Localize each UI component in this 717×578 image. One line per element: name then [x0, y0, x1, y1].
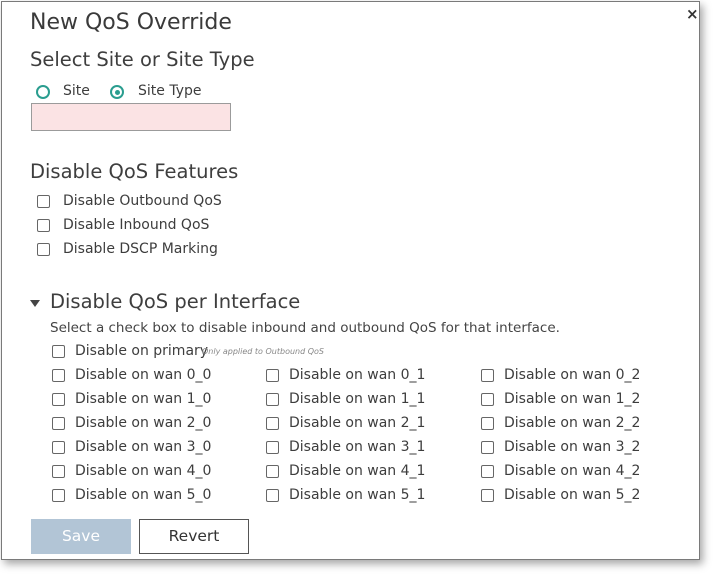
checkbox-wan-0-1-label: Disable on wan 0_1: [289, 367, 426, 383]
checkbox-wan-1-0[interactable]: [52, 393, 65, 406]
checkbox-wan-1-1-label: Disable on wan 1_1: [289, 391, 426, 407]
primary-hint: Only applied to Outbound QoS: [202, 347, 324, 356]
checkbox-wan-2-1-label: Disable on wan 2_1: [289, 415, 426, 431]
radio-site-type[interactable]: [110, 85, 124, 99]
checkbox-wan-4-1-label: Disable on wan 4_1: [289, 463, 426, 479]
checkbox-wan-2-2-label: Disable on wan 2_2: [504, 415, 641, 431]
checkbox-wan-1-1[interactable]: [266, 393, 279, 406]
interfaces-heading[interactable]: Disable QoS per Interface: [50, 290, 300, 313]
checkbox-wan-5-2[interactable]: [481, 489, 494, 502]
checkbox-disable-on-primary[interactable]: [52, 345, 65, 358]
checkbox-wan-4-1[interactable]: [266, 465, 279, 478]
checkbox-wan-1-0-label: Disable on wan 1_0: [75, 391, 212, 407]
features-heading: Disable QoS Features: [30, 160, 239, 183]
qos-override-dialog: × New QoS Override Select Site or Site T…: [1, 1, 700, 560]
checkbox-wan-3-0[interactable]: [52, 441, 65, 454]
checkbox-wan-0-1[interactable]: [266, 369, 279, 382]
checkbox-wan-0-2-label: Disable on wan 0_2: [504, 367, 641, 383]
checkbox-disable-dscp-marking[interactable]: [37, 243, 50, 256]
checkbox-wan-1-2[interactable]: [481, 393, 494, 406]
checkbox-wan-4-0[interactable]: [52, 465, 65, 478]
checkbox-wan-1-2-label: Disable on wan 1_2: [504, 391, 641, 407]
save-button[interactable]: Save: [31, 519, 131, 554]
revert-button[interactable]: Revert: [139, 519, 249, 554]
checkbox-wan-5-0[interactable]: [52, 489, 65, 502]
checkbox-wan-0-0[interactable]: [52, 369, 65, 382]
checkbox-disable-outbound-qos[interactable]: [37, 195, 50, 208]
checkbox-disable-outbound-qos-label: Disable Outbound QoS: [63, 193, 222, 209]
radio-site-label: Site: [63, 83, 90, 99]
checkbox-wan-2-0[interactable]: [52, 417, 65, 430]
checkbox-wan-5-0-label: Disable on wan 5_0: [75, 487, 212, 503]
close-icon[interactable]: ×: [686, 6, 699, 22]
site-input[interactable]: [31, 103, 231, 131]
checkbox-wan-5-2-label: Disable on wan 5_2: [504, 487, 641, 503]
checkbox-wan-4-2[interactable]: [481, 465, 494, 478]
checkbox-wan-0-0-label: Disable on wan 0_0: [75, 367, 212, 383]
collapse-triangle-icon[interactable]: [30, 300, 40, 307]
checkbox-disable-on-primary-label: Disable on primary: [75, 343, 209, 359]
checkbox-wan-0-2[interactable]: [481, 369, 494, 382]
checkbox-disable-inbound-qos-label: Disable Inbound QoS: [63, 217, 210, 233]
checkbox-wan-3-2[interactable]: [481, 441, 494, 454]
checkbox-wan-3-2-label: Disable on wan 3_2: [504, 439, 641, 455]
checkbox-wan-3-0-label: Disable on wan 3_0: [75, 439, 212, 455]
checkbox-wan-2-2[interactable]: [481, 417, 494, 430]
checkbox-wan-3-1-label: Disable on wan 3_1: [289, 439, 426, 455]
checkbox-wan-5-1-label: Disable on wan 5_1: [289, 487, 426, 503]
checkbox-disable-inbound-qos[interactable]: [37, 219, 50, 232]
checkbox-wan-2-0-label: Disable on wan 2_0: [75, 415, 212, 431]
checkbox-wan-3-1[interactable]: [266, 441, 279, 454]
radio-site-type-label: Site Type: [138, 83, 202, 99]
checkbox-wan-4-2-label: Disable on wan 4_2: [504, 463, 641, 479]
checkbox-wan-5-1[interactable]: [266, 489, 279, 502]
dialog-title: New QoS Override: [30, 10, 232, 35]
checkbox-wan-4-0-label: Disable on wan 4_0: [75, 463, 212, 479]
checkbox-disable-dscp-marking-label: Disable DSCP Marking: [63, 241, 218, 257]
site-section-heading: Select Site or Site Type: [30, 48, 255, 71]
radio-site[interactable]: [36, 85, 50, 99]
interfaces-description: Select a check box to disable inbound an…: [50, 320, 560, 336]
checkbox-wan-2-1[interactable]: [266, 417, 279, 430]
